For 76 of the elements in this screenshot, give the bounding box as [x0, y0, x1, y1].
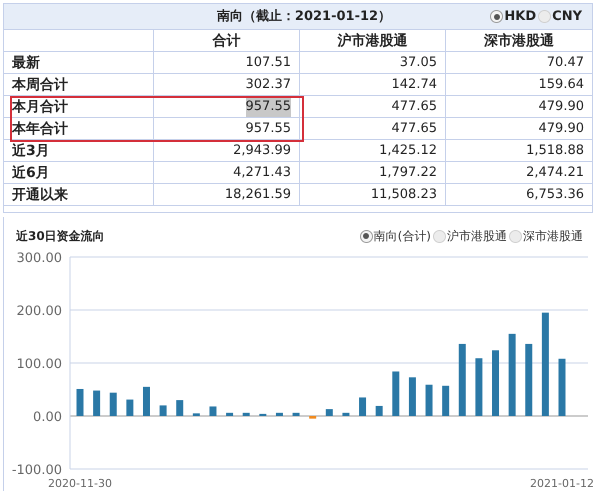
table-cell-text: 107.51 — [246, 54, 291, 72]
table-cell-text: 1,797.22 — [379, 164, 437, 182]
radio-option[interactable]: HKD — [490, 6, 536, 26]
radio-button[interactable] — [360, 230, 373, 242]
table-title: 南向（截止：2021-01-12） — [216, 8, 392, 26]
chart-bar — [558, 358, 566, 416]
axis-date-label: 2021-01-12 — [530, 477, 594, 490]
chart-bar — [292, 412, 300, 416]
radio-button[interactable] — [490, 10, 504, 23]
chart-title: 近30日资金流向 — [16, 228, 105, 245]
table-cell-text: 159.64 — [538, 76, 584, 94]
chart-bar — [359, 397, 366, 416]
row-label: 开通以来 — [4, 184, 154, 205]
table-cell: 957.55 — [246, 96, 291, 117]
row-label: 近3月 — [4, 140, 154, 161]
chart-bar — [408, 377, 416, 416]
radio-option[interactable]: 沪市港股通 — [433, 227, 507, 245]
table-cell-text: 70.47 — [546, 54, 584, 72]
row-label: 近6月 — [4, 162, 154, 183]
axis-tick-label: -100.00 — [12, 463, 62, 478]
chart-bar — [242, 412, 250, 416]
chart-bar — [342, 412, 350, 416]
column-header: 沪市港股通 — [300, 30, 446, 51]
chart-bar — [309, 416, 316, 419]
table-cell-text: 18,261.59 — [224, 186, 291, 204]
table-cell-text: 1,425.12 — [379, 142, 437, 160]
row-label: 最新 — [4, 52, 154, 73]
table-cell-text: 37.05 — [400, 54, 437, 72]
radio-option[interactable]: CNY — [538, 6, 582, 26]
chart-bar — [326, 409, 333, 416]
axis-tick-label: 100.00 — [16, 357, 62, 372]
chart-bar — [93, 390, 100, 416]
chart-bar — [376, 406, 383, 416]
axis-tick-label: 0.00 — [33, 410, 62, 425]
chart-bar — [492, 350, 500, 416]
chart-bar — [426, 384, 433, 416]
table-cell-text: 479.90 — [538, 120, 584, 138]
chart-bar — [442, 386, 450, 416]
radio-button[interactable] — [509, 230, 522, 242]
chart-bar — [392, 371, 400, 416]
table-cell-text: 477.65 — [392, 98, 437, 116]
table-cell-text: 477.65 — [392, 120, 437, 138]
axis-tick-label: 300.00 — [16, 251, 62, 266]
chart-bar — [76, 388, 84, 416]
column-header: 合计 — [154, 30, 300, 51]
radio-option[interactable]: 深市港股通 — [509, 227, 583, 245]
chart-bar — [259, 414, 266, 416]
chart-bar — [160, 405, 167, 416]
chart-bar — [475, 358, 482, 416]
axis-tick-label: 200.00 — [16, 304, 62, 319]
table-cell-text: 142.74 — [392, 76, 437, 94]
table-cell-text: 4,271.43 — [233, 164, 291, 182]
chart-bar — [192, 413, 200, 416]
chart-bar — [110, 392, 117, 416]
chart-bar — [142, 386, 150, 416]
chart-bar — [276, 412, 283, 416]
table-cell-text: 11,508.23 — [370, 186, 437, 204]
table-cell-text: 6,753.36 — [526, 186, 584, 204]
table-cell-text: 957.55 — [246, 120, 291, 138]
row-label: 本年合计 — [4, 118, 154, 139]
row-label: 本周合计 — [4, 74, 154, 95]
column-header: 深市港股通 — [483, 32, 555, 51]
chart-bar — [209, 406, 216, 416]
table-cell-text: 1,518.88 — [526, 142, 584, 160]
table-cell-text: 2,943.99 — [233, 142, 291, 160]
radio-option[interactable]: 南向(合计) — [360, 227, 431, 245]
row-label: 本月合计 — [4, 96, 154, 117]
table-cell-text: 2,474.21 — [526, 164, 584, 182]
radio-button[interactable] — [538, 10, 552, 23]
chart-bar — [176, 400, 184, 416]
chart-bar — [126, 400, 134, 416]
table-cell-text: 479.90 — [538, 98, 584, 116]
table-cell-text: 302.37 — [246, 76, 291, 94]
axis-date-label: 2020-11-30 — [48, 477, 112, 490]
radio-button[interactable] — [433, 230, 446, 242]
chart-bar — [226, 412, 234, 416]
